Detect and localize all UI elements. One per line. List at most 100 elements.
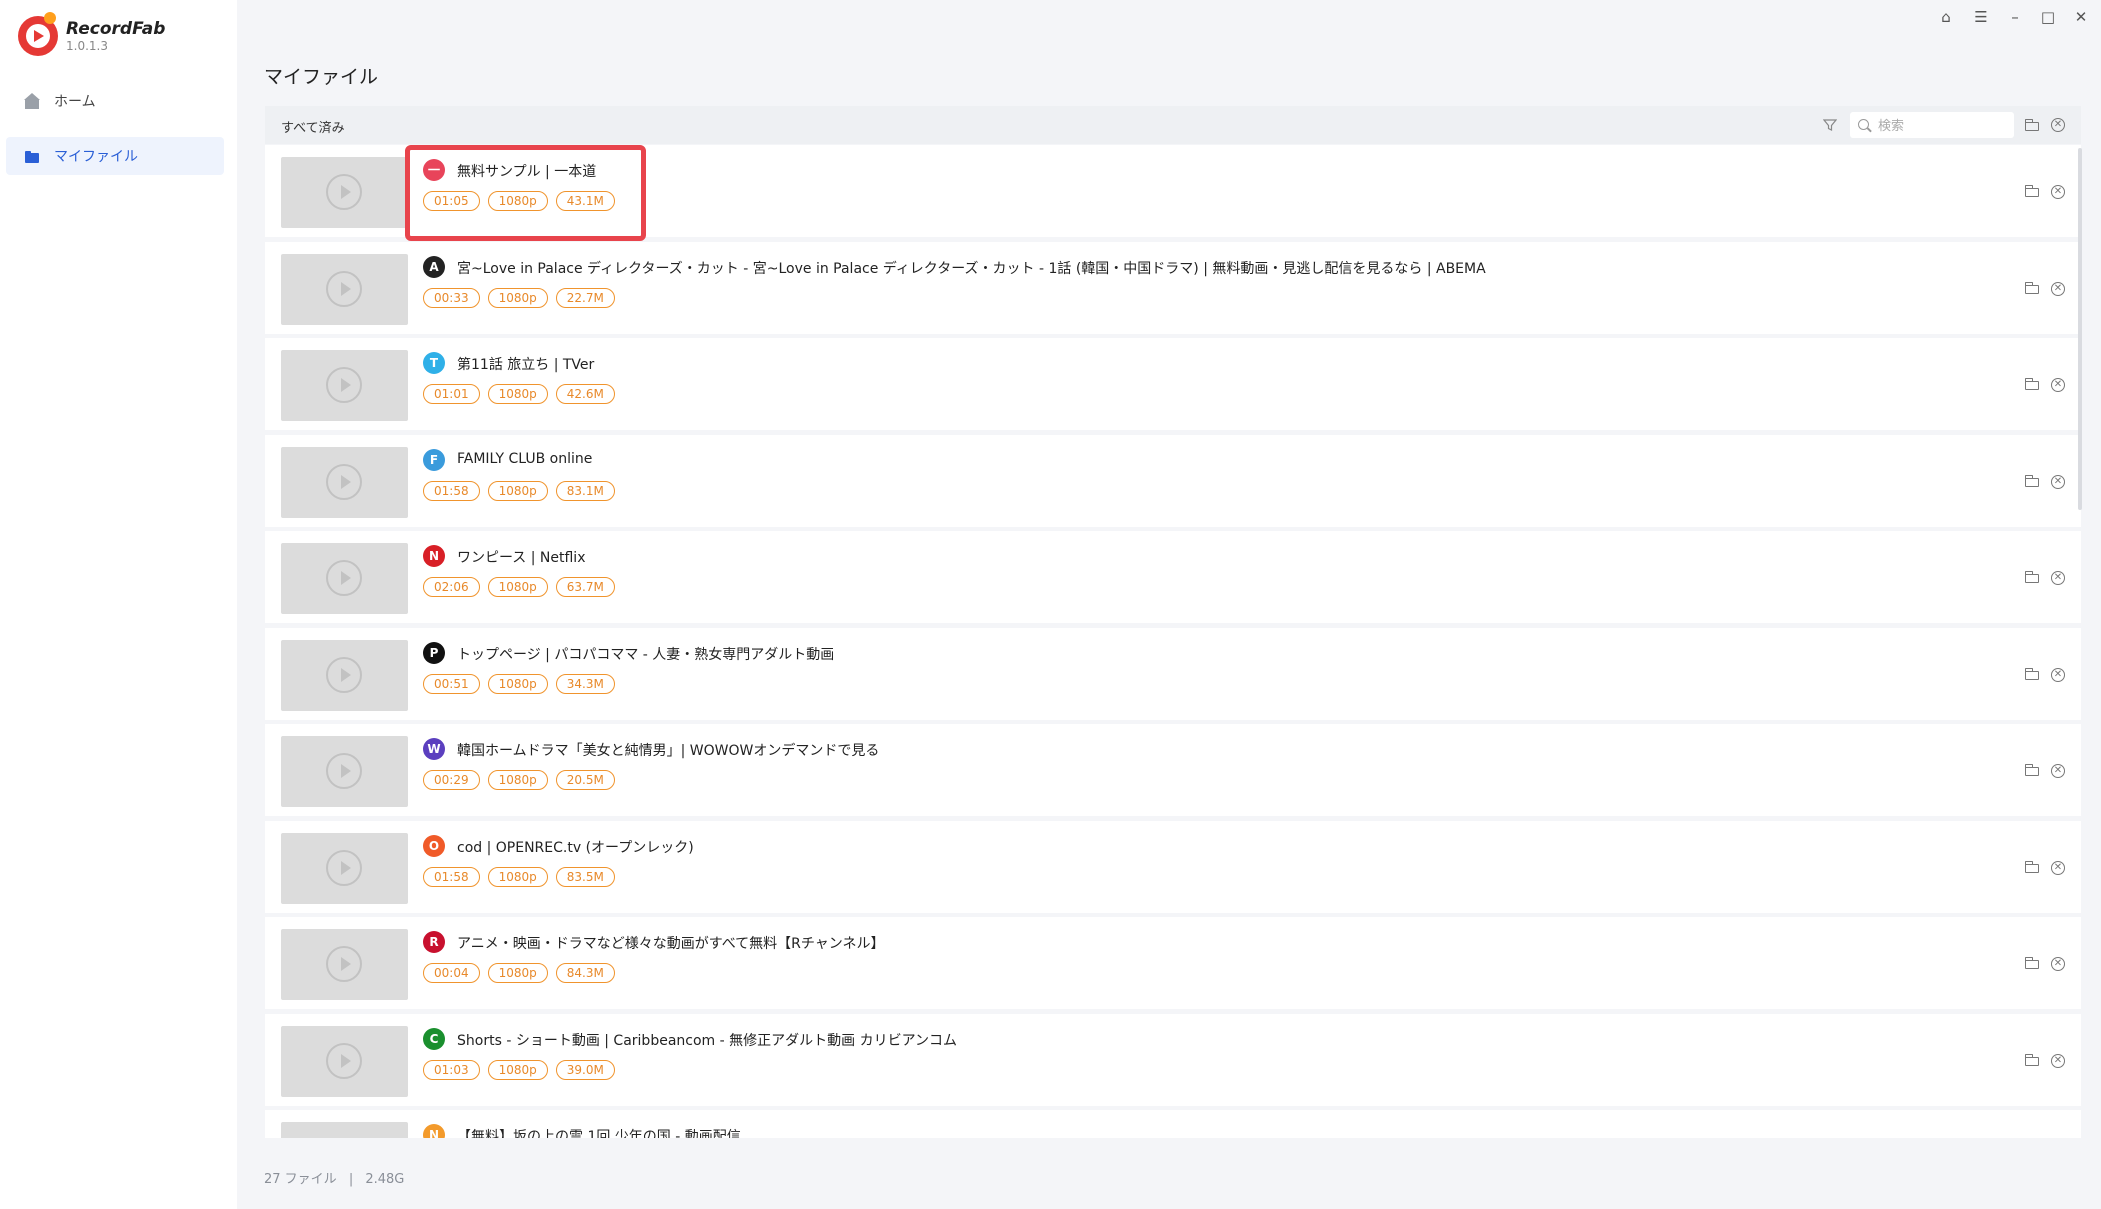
- size-tag: 83.5M: [555, 866, 615, 887]
- file-tags: 01:05 1080p 43.1M: [423, 191, 623, 211]
- delete-icon[interactable]: ✕: [2051, 571, 2065, 585]
- duration-tag: 01:58: [423, 866, 480, 887]
- file-title: 韓国ホームドラマ「美女と純情男」| WOWOWオンデマンドで見る: [457, 743, 880, 759]
- sidebar: RecordFab 1.0.1.3 ホーム マイファイル: [0, 0, 237, 1209]
- video-thumbnail[interactable]: [281, 736, 408, 807]
- delete-icon[interactable]: ✕: [2051, 474, 2065, 489]
- clear-all-icon[interactable]: ✕: [2051, 118, 2065, 132]
- file-title: 第11話 旅立ち | TVer: [457, 357, 595, 373]
- folder-icon: [24, 148, 40, 164]
- duration-tag: 00:04: [423, 963, 480, 983]
- play-disc-icon: [326, 849, 362, 886]
- delete-icon[interactable]: ✕: [2051, 764, 2065, 778]
- duration-tag: 02:06: [423, 577, 480, 597]
- open-folder-icon[interactable]: [2025, 378, 2039, 390]
- file-row[interactable]: R アニメ・映画・ドラマなど様々な動画がすべて無料【Rチャンネル】 00:04 108…: [265, 917, 2081, 1009]
- file-tags: 00:04 1080p 84.3M: [423, 963, 623, 983]
- delete-icon[interactable]: ✕: [2051, 957, 2065, 971]
- open-folder-icon[interactable]: [2025, 860, 2039, 873]
- duration-tag: 00:51: [423, 673, 480, 694]
- minimize-icon[interactable]: –: [2006, 8, 2024, 26]
- file-row[interactable]: T 第11話 旅立ち | TVer 01:01 1080p 42.6M ✕: [265, 338, 2081, 430]
- quality-tag: 1080p: [487, 287, 548, 308]
- footer-separator: |: [348, 1172, 354, 1187]
- open-folder-icon[interactable]: [2025, 571, 2039, 583]
- video-thumbnail[interactable]: [281, 253, 408, 325]
- site-icon: P: [423, 641, 445, 664]
- size-tag: 63.7M: [555, 577, 615, 597]
- site-icon: N: [423, 1124, 445, 1138]
- size-tag: 20.5M: [555, 770, 615, 790]
- size-tag: 43.1M: [555, 191, 615, 211]
- quality-tag: 1080p: [487, 963, 548, 983]
- file-row[interactable]: W 韓国ホームドラマ「美女と純情男」| WOWOWオンデマンドで見る 00:29 10…: [265, 724, 2081, 816]
- delete-icon[interactable]: ✕: [2051, 281, 2065, 296]
- video-thumbnail[interactable]: [281, 543, 408, 614]
- delete-icon[interactable]: ✕: [2051, 185, 2065, 199]
- menu-icon[interactable]: ☰: [1972, 8, 1990, 26]
- page-title: マイファイル: [264, 66, 379, 88]
- close-window-icon[interactable]: ✕: [2072, 8, 2090, 26]
- open-folder-icon[interactable]: [2025, 764, 2039, 776]
- file-row[interactable]: A 宮~Love in Palace ディレクターズ・カット - 宮~Love i…: [265, 241, 2081, 334]
- file-row[interactable]: N【無料】坂の上の雲 1回 少年の国 - 動画配信✕: [265, 1110, 2081, 1138]
- size-tag: 42.6M: [555, 384, 615, 404]
- play-disc-icon: [326, 174, 362, 210]
- video-thumbnail[interactable]: [281, 1025, 408, 1097]
- filter-label: すべて済み: [281, 121, 345, 136]
- total-size: 2.48G: [365, 1172, 405, 1187]
- play-disc-icon: [326, 1042, 362, 1079]
- play-disc-icon: [326, 753, 362, 789]
- app-logo: RecordFab 1.0.1.3: [18, 12, 165, 56]
- file-row[interactable]: 一無料サンプル | 一本道 01:05 1080p 43.1M ✕: [265, 145, 2081, 237]
- delete-icon[interactable]: ✕: [2051, 1053, 2065, 1068]
- open-folder-icon[interactable]: [2025, 119, 2039, 131]
- file-title: ワンピース | Netflix: [457, 550, 586, 566]
- search-icon: [1858, 119, 1869, 130]
- file-title: 無料サンプル | 一本道: [457, 164, 597, 180]
- file-list: 一無料サンプル | 一本道 01:05 1080p 43.1M ✕ A 宮~Love in …: [265, 145, 2081, 1138]
- file-row[interactable]: Ocod | OPENREC.tv (オープンレック) 01:58 1080p 83.…: [265, 820, 2081, 913]
- video-thumbnail[interactable]: [281, 446, 408, 518]
- sidebar-item-my-files[interactable]: マイファイル: [6, 137, 224, 175]
- sidebar-item-home[interactable]: ホーム: [6, 82, 224, 120]
- search-box: [1850, 112, 2014, 138]
- maximize-icon[interactable]: □: [2039, 8, 2057, 26]
- file-row[interactable]: P トップページ | パコパコママ - 人妻・熟女専門アダルト動画 00:51 108…: [265, 627, 2081, 720]
- video-thumbnail[interactable]: [281, 350, 408, 421]
- open-folder-icon[interactable]: [2025, 281, 2039, 294]
- duration-tag: 01:03: [423, 1059, 480, 1080]
- quality-tag: 1080p: [487, 770, 548, 790]
- play-disc-icon: [326, 463, 362, 500]
- duration-tag: 01:01: [423, 384, 480, 404]
- delete-icon[interactable]: ✕: [2051, 860, 2065, 875]
- open-folder-icon[interactable]: [2025, 474, 2039, 487]
- size-tag: 84.3M: [555, 963, 615, 983]
- filter-icon[interactable]: [1823, 118, 1837, 132]
- site-icon: C: [423, 1027, 445, 1050]
- search-input[interactable]: [1876, 115, 2010, 137]
- site-icon: W: [423, 738, 445, 760]
- play-disc-icon: [326, 367, 362, 403]
- quality-tag: 1080p: [487, 191, 548, 211]
- video-thumbnail[interactable]: [281, 639, 408, 711]
- site-icon: T: [423, 352, 445, 374]
- site-icon: O: [423, 834, 445, 857]
- footer-status: 27 ファイル | 2.48G: [264, 1168, 404, 1187]
- file-row[interactable]: N ワンピース | Netflix 02:06 1080p 63.7M ✕: [265, 531, 2081, 623]
- open-folder-icon[interactable]: [2025, 1053, 2039, 1066]
- open-folder-icon[interactable]: [2025, 185, 2039, 197]
- open-folder-icon[interactable]: [2025, 957, 2039, 969]
- site-icon: F: [423, 448, 445, 471]
- video-thumbnail[interactable]: [281, 832, 408, 904]
- file-row[interactable]: C Shorts - ショート動画 | Caribbeancom - 無修正アダル…: [265, 1013, 2081, 1106]
- delete-icon[interactable]: ✕: [2051, 378, 2065, 392]
- video-thumbnail[interactable]: [281, 929, 408, 1000]
- video-thumbnail[interactable]: [281, 1122, 408, 1138]
- open-folder-icon[interactable]: [2025, 667, 2039, 680]
- scrollbar[interactable]: [2078, 148, 2082, 510]
- video-thumbnail[interactable]: [281, 157, 408, 228]
- tshirt-icon[interactable]: ⌂: [1937, 8, 1955, 26]
- delete-icon[interactable]: ✕: [2051, 667, 2065, 682]
- file-row[interactable]: F FAMILY CLUB online 01:58 1080p 83.1M ✕: [265, 434, 2081, 527]
